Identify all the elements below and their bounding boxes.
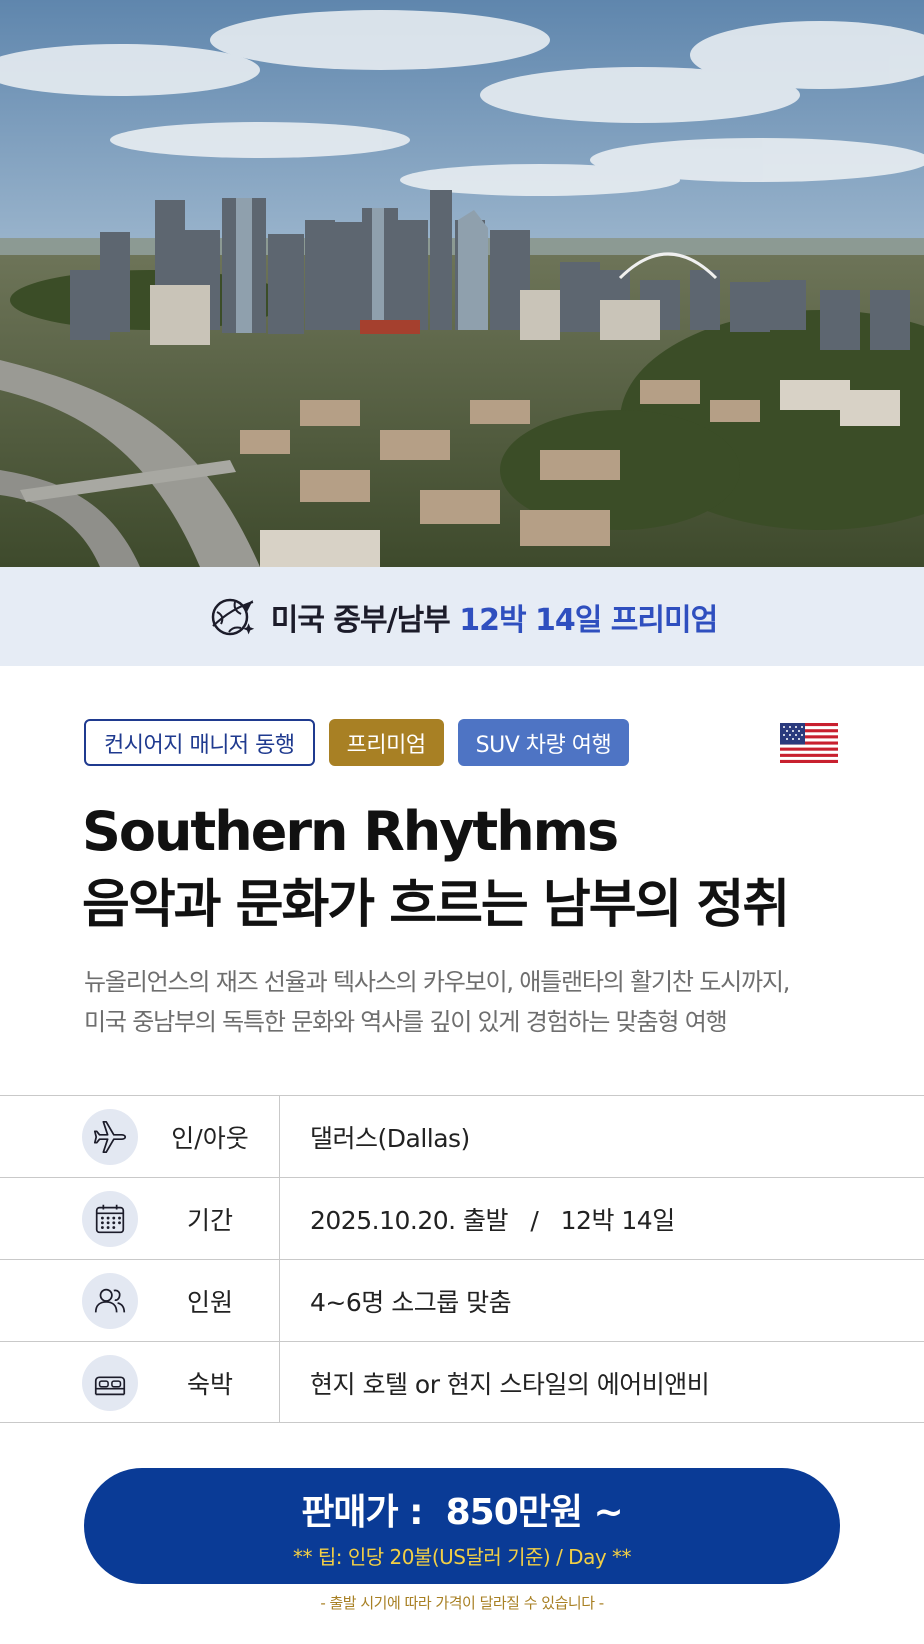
info-value-lodging: 현지 호텔 or 현지 스타일의 에어비앤비 [310, 1369, 710, 1399]
airplane-icon [82, 1109, 138, 1165]
description-line-1: 뉴올리언스의 재즈 선율과 텍사스의 카우보이, 애틀랜타의 활기찬 도시까지, [84, 968, 790, 996]
people-icon [82, 1273, 138, 1329]
divider [279, 1260, 280, 1341]
bed-icon [82, 1355, 138, 1411]
hero-city-image [0, 0, 924, 567]
page-title: Southern Rhythms 음악과 문화가 흐르는 남부의 정취 [82, 796, 790, 942]
calendar-icon [82, 1191, 138, 1247]
info-row-lodging: 숙박 현지 호텔 or 현지 스타일의 에어비앤비 [0, 1341, 924, 1423]
info-row-people: 인원 4~6명 소그룹 맞춤 [0, 1259, 924, 1341]
price-main: 판매가 : 850만원 ~ [301, 1491, 623, 1533]
us-flag-icon [780, 723, 838, 763]
info-value-people: 4~6명 소그룹 맞춤 [310, 1287, 512, 1317]
info-label-period: 기간 [186, 1205, 233, 1235]
price-tip: ** 팁: 인당 20불(US달러 기준) / Day ** [292, 1544, 632, 1569]
tag-list: 컨시어지 매니저 동행 프리미엄 SUV 차량 여행 [84, 719, 630, 766]
globe-airplane-icon [211, 598, 254, 635]
price-button[interactable]: 판매가 : 850만원 ~ ** 팁: 인당 20불(US달러 기준) / Da… [84, 1468, 840, 1584]
divider [279, 1342, 280, 1423]
tour-info-table: 인/아웃 댈러스(Dallas) 기간 2025.10.20. 출발 / 12박… [0, 1095, 924, 1423]
banner-title: 미국 중부/남부 12박 14일 프리미엄 [270, 595, 718, 639]
tag-concierge: 컨시어지 매니저 동행 [84, 719, 315, 766]
info-label-inout: 인/아웃 [171, 1123, 249, 1153]
tag-premium: 프리미엄 [328, 719, 444, 766]
title-korean: 음악과 문화가 흐르는 남부의 정취 [82, 875, 790, 935]
divider [279, 1096, 280, 1177]
title-english: Southern Rhythms [82, 800, 619, 863]
banner-region: 미국 중부/남부 [270, 602, 460, 638]
info-row-period: 기간 2025.10.20. 출발 / 12박 14일 [0, 1177, 924, 1259]
info-row-inout: 인/아웃 댈러스(Dallas) [0, 1095, 924, 1177]
divider [279, 1178, 280, 1259]
title-banner: 미국 중부/남부 12박 14일 프리미엄 [0, 567, 924, 666]
price-note: - 출발 시기에 따라 가격이 달라질 수 있습니다 - [320, 1594, 604, 1612]
info-label-lodging: 숙박 [186, 1369, 233, 1399]
description-line-2: 미국 중남부의 독특한 문화와 역사를 깊이 있게 경험하는 맞춤형 여행 [84, 1008, 728, 1036]
banner-duration: 12박 14일 프리미엄 [459, 602, 718, 638]
info-value-period: 2025.10.20. 출발 / 12박 14일 [310, 1205, 675, 1235]
info-label-people: 인원 [186, 1287, 233, 1317]
tour-description: 뉴올리언스의 재즈 선율과 텍사스의 카우보이, 애틀랜타의 활기찬 도시까지,… [84, 962, 904, 1042]
tag-suv: SUV 차량 여행 [457, 719, 630, 766]
info-value-inout: 댈러스(Dallas) [310, 1123, 470, 1153]
